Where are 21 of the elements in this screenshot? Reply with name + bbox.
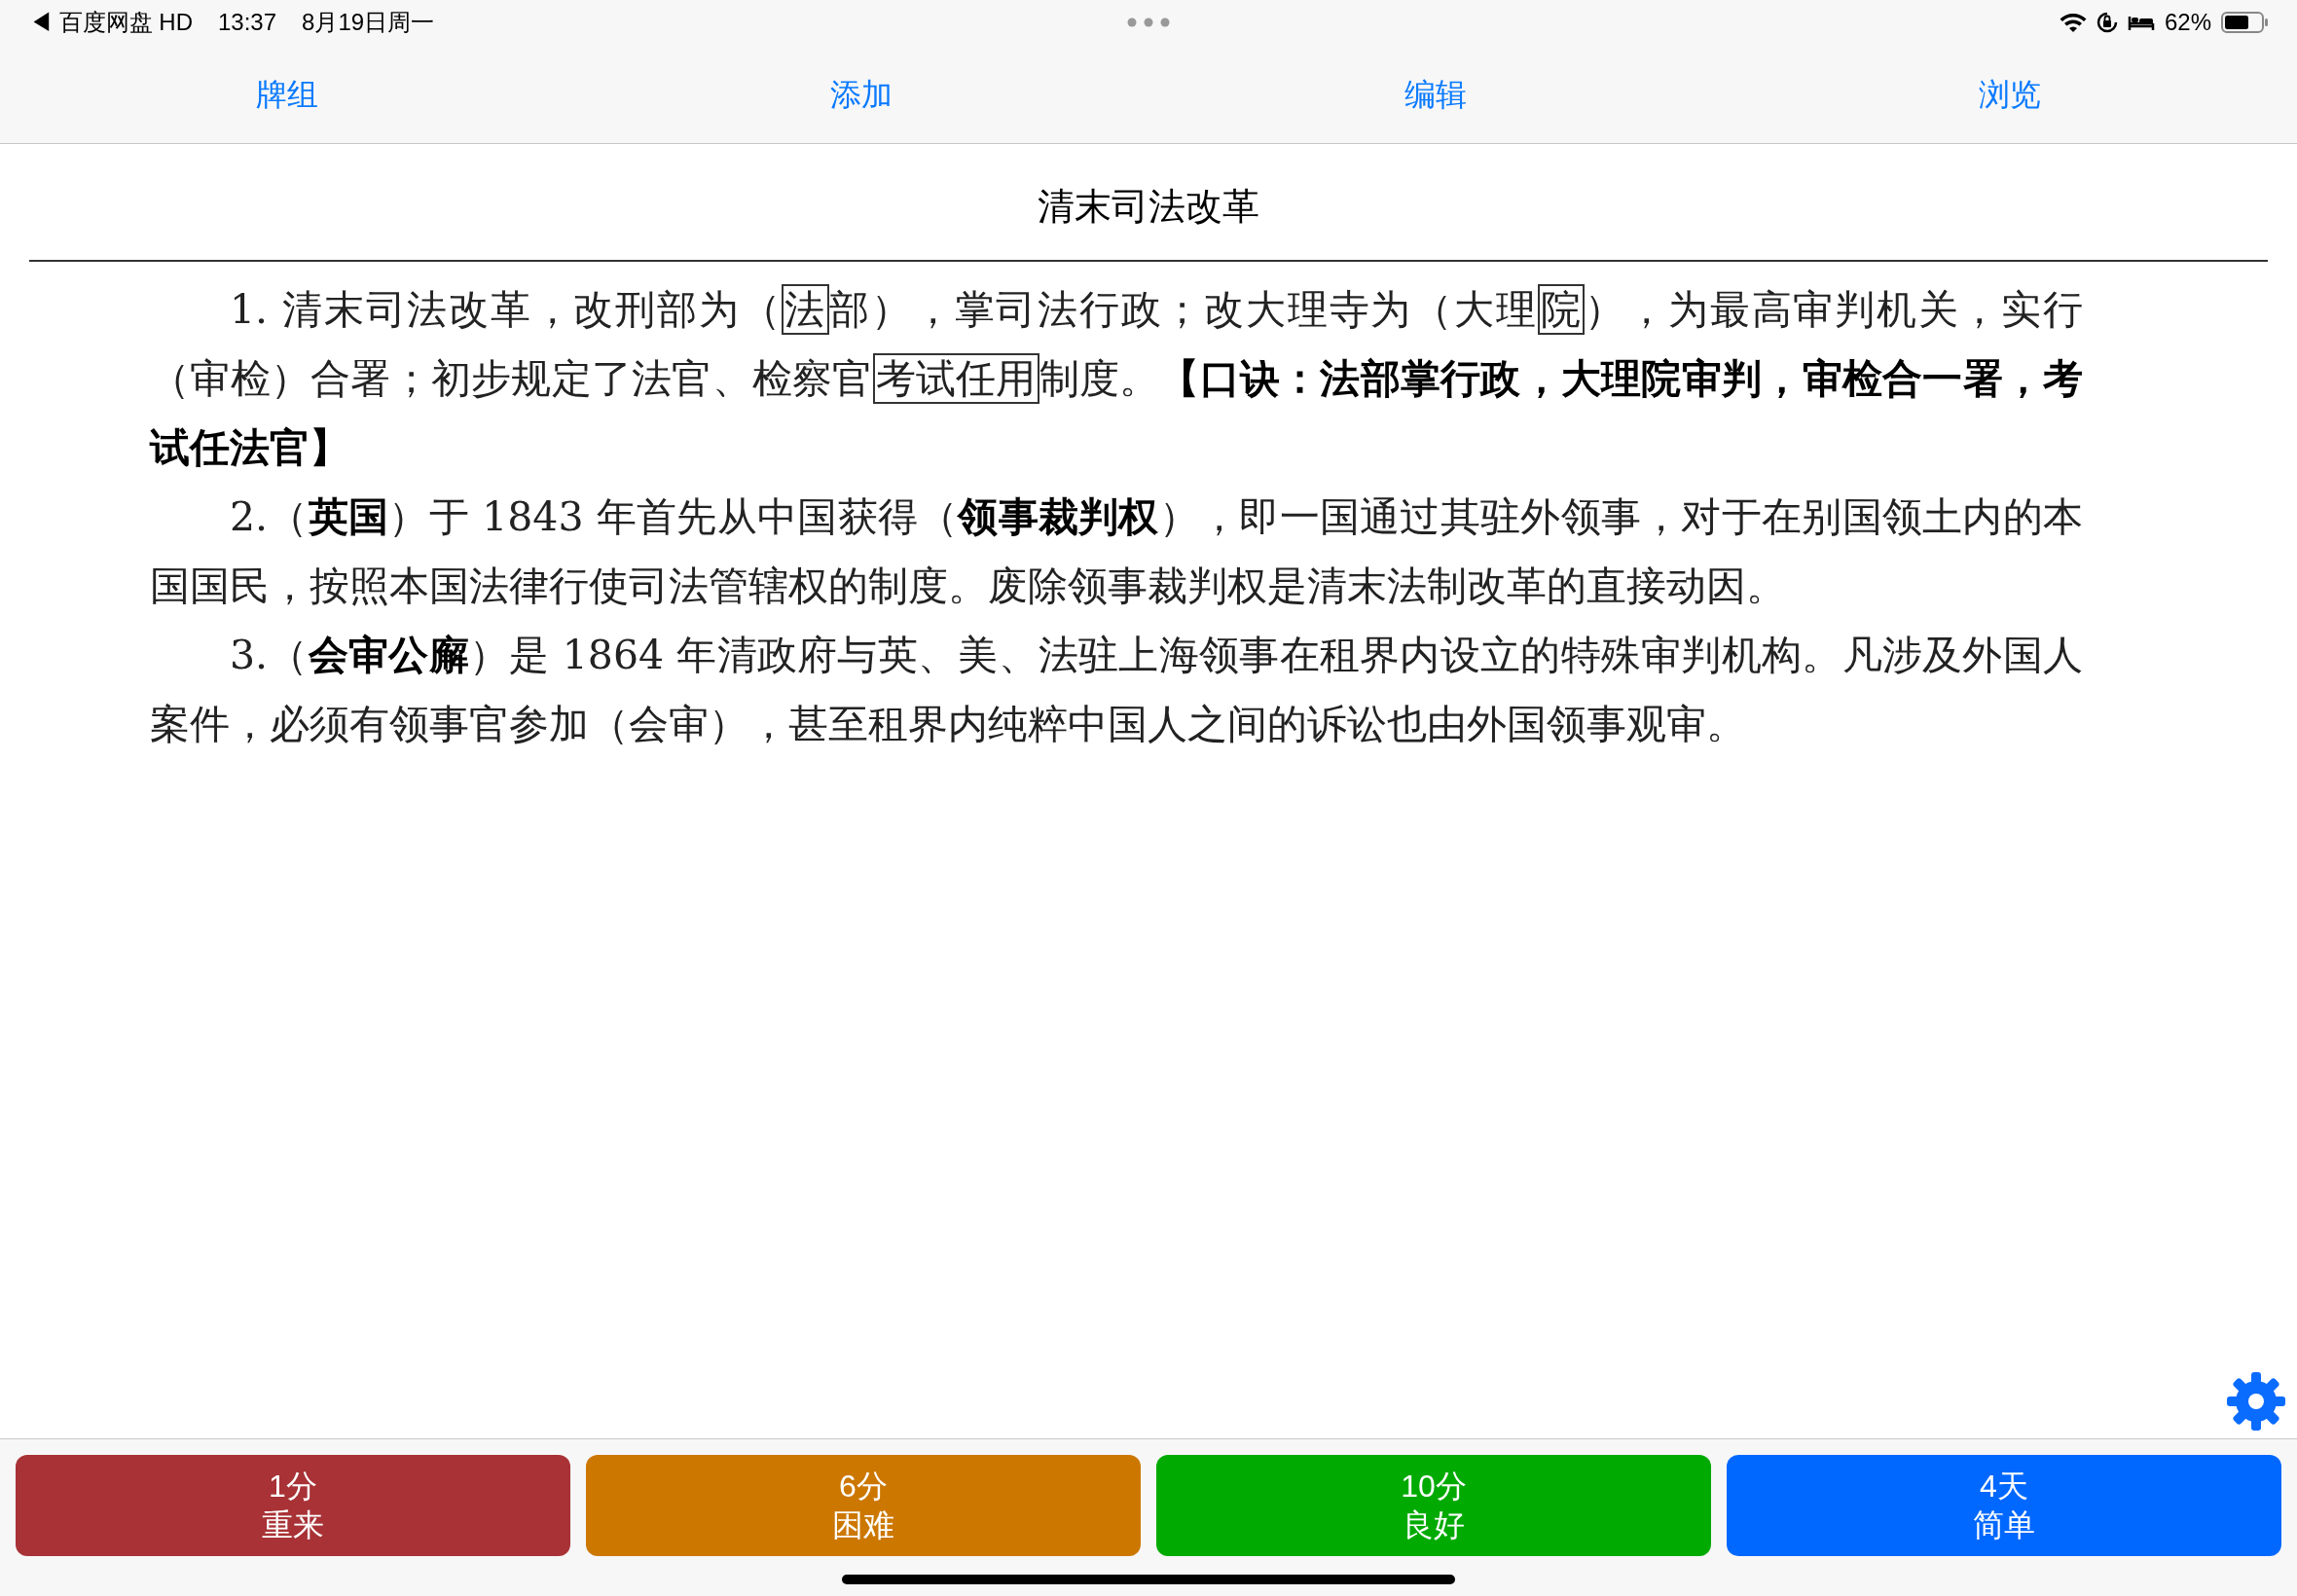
- paragraph: 3.（会审公廨）是 1864 年清政府与英、美、法驻上海领事在租界内设立的特殊审判机构。凡涉及外国人案件，必须有领事官参加（会审），甚至租界内纯粹中国人之间的诉讼也由外国领事观审。: [150, 631, 2083, 749]
- toolbar-button[interactable]: 牌组: [248, 70, 326, 118]
- battery-icon: [2221, 12, 2268, 33]
- answer-button[interactable]: 4天 简单: [1727, 1455, 2281, 1556]
- multitasking-dots-icon[interactable]: [1127, 18, 1170, 27]
- battery-percentage: 62%: [2164, 8, 2211, 37]
- wifi-icon: [2059, 12, 2087, 33]
- rotation-lock-icon: [2096, 12, 2118, 33]
- paragraph: 1. 清末司法改革，改刑部为（法部），掌司法行政；改大理寺为（大理院），为最高审判机关，实行（审检）合署；初步规定了法官、检察官考试任用制度。【口诀：法部掌行政，大理院审判，审检合一署，考试任法官】: [150, 283, 2083, 473]
- answer-button[interactable]: 10分 良好: [1156, 1455, 1711, 1556]
- back-to-app-link[interactable]: ◀ 百度网盘 HD: [29, 5, 193, 40]
- card-title: 清末司法改革: [1037, 185, 1260, 229]
- toolbar-button[interactable]: 添加: [822, 70, 900, 118]
- answer-button[interactable]: 6分 困难: [586, 1455, 1141, 1556]
- status-time: 13:37: [218, 8, 277, 37]
- settings-icon[interactable]: [2225, 1370, 2287, 1433]
- answer-button[interactable]: 1分 重来: [16, 1455, 570, 1556]
- toolbar-button[interactable]: 编辑: [1397, 70, 1475, 118]
- toolbar-button[interactable]: 浏览: [1971, 70, 2049, 118]
- status-date: 8月19日周一: [302, 8, 435, 37]
- paragraph: 2.（英国）于 1843 年首先从中国获得（领事裁判权），即一国通过其驻外领事，对于在别国领土内的本国国民，按照本国法律行使司法管辖权的制度。废除领事裁判权是清末法制改革的直接动因。: [150, 492, 2083, 611]
